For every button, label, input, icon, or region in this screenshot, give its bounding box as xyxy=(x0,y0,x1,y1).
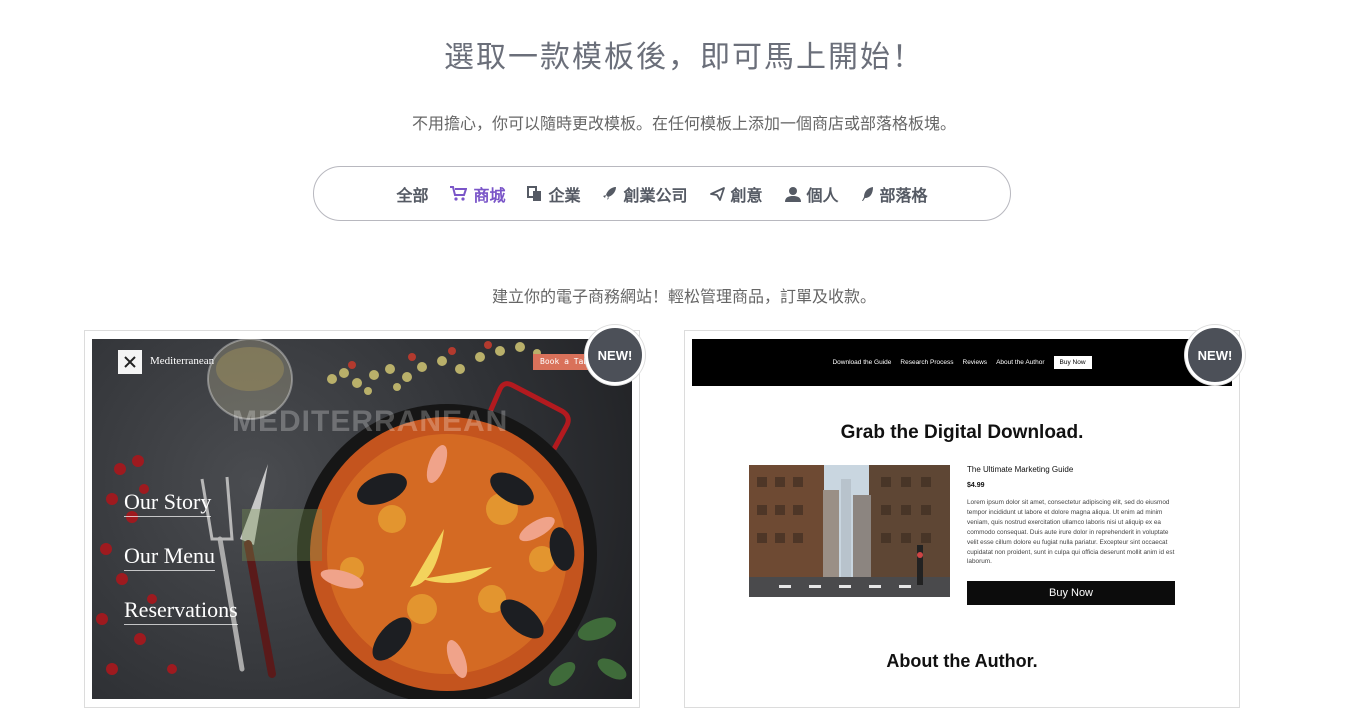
feather-icon xyxy=(861,186,873,201)
filter-shop[interactable]: 商城 xyxy=(450,182,505,206)
preview-nav-bar: Download the Guide Research Process Revi… xyxy=(692,339,1232,386)
preview-buy-now-button[interactable]: Buy Now xyxy=(967,581,1175,605)
filter-label: 個人 xyxy=(806,185,839,205)
preview-about-heading: About the Author. xyxy=(886,651,1038,671)
filter-personal[interactable]: 個人 xyxy=(784,182,839,206)
filter-label: 部落格 xyxy=(879,185,928,205)
preview-nav-reviews[interactable]: Reviews xyxy=(963,359,988,366)
preview-heading: Grab the Digital Download. xyxy=(840,422,1084,443)
restaurant-menu: Our Story Our Menu Reservations xyxy=(124,489,238,651)
preview-description: Lorem ipsum dolor sit amet, consectetur … xyxy=(967,499,1175,566)
template-preview-image: MEDITERRANEAN Mediterranean Book a Table… xyxy=(92,339,632,699)
filter-business[interactable]: 企業 xyxy=(527,182,580,206)
restaurant-logo-icon xyxy=(118,350,142,374)
template-preview-image: Download the Guide Research Process Revi… xyxy=(692,339,1232,699)
copy-icon xyxy=(527,185,542,201)
filter-creative[interactable]: 創意 xyxy=(709,182,763,206)
user-icon xyxy=(784,186,801,202)
filter-label: 商城 xyxy=(473,185,506,205)
menu-link-reservations[interactable]: Reservations xyxy=(124,597,238,625)
city-street-photo xyxy=(749,465,950,597)
menu-link-our-menu[interactable]: Our Menu xyxy=(124,543,216,571)
template-filter-bar: 全部 商城 企業 創業公司 創意 個人 部落格 xyxy=(313,166,1011,221)
cart-icon xyxy=(450,186,468,201)
filter-label: 創業公司 xyxy=(623,185,688,205)
filter-all[interactable]: 全部 xyxy=(396,182,428,206)
preview-nav-about[interactable]: About the Author xyxy=(996,359,1044,366)
preview-product-title: The Ultimate Marketing Guide xyxy=(967,465,1074,474)
preview-nav-buy-button[interactable]: Buy Now xyxy=(1053,356,1092,369)
new-badge: NEW! xyxy=(1185,325,1245,385)
preview-nav-research[interactable]: Research Process xyxy=(900,359,953,366)
filter-startup[interactable]: 創業公司 xyxy=(602,182,688,206)
brand-watermark: MEDITERRANEAN xyxy=(232,405,509,438)
template-card-digital-download[interactable]: NEW! Download the Guide Research Process… xyxy=(684,325,1245,708)
new-badge: NEW! xyxy=(585,325,645,385)
filter-blog[interactable]: 部落格 xyxy=(861,182,928,206)
template-card-mediterranean[interactable]: NEW! MEDITERRANEAN Mediterranean Book a … xyxy=(84,325,645,708)
filter-label: 企業 xyxy=(548,185,581,205)
preview-nav-download[interactable]: Download the Guide xyxy=(832,359,891,366)
page-title: 選取一款模板後，即可馬上開始！ xyxy=(444,40,924,75)
paper-plane-icon xyxy=(709,186,725,201)
book-table-button[interactable]: Book a Table xyxy=(533,354,593,370)
filter-label: 創意 xyxy=(730,185,763,205)
restaurant-logo-text: Mediterranean xyxy=(150,355,215,367)
page-subtitle: 不用擔心，你可以隨時更改模板。在任何模板上添加一個商店或部落格板塊。 xyxy=(411,114,956,133)
category-description: 建立你的電子商務網站！輕松管理商品，訂單及收款。 xyxy=(491,287,876,306)
filter-label: 全部 xyxy=(396,185,429,205)
menu-link-our-story[interactable]: Our Story xyxy=(124,489,212,517)
rocket-icon xyxy=(603,187,617,200)
preview-price: $4.99 xyxy=(967,482,985,489)
